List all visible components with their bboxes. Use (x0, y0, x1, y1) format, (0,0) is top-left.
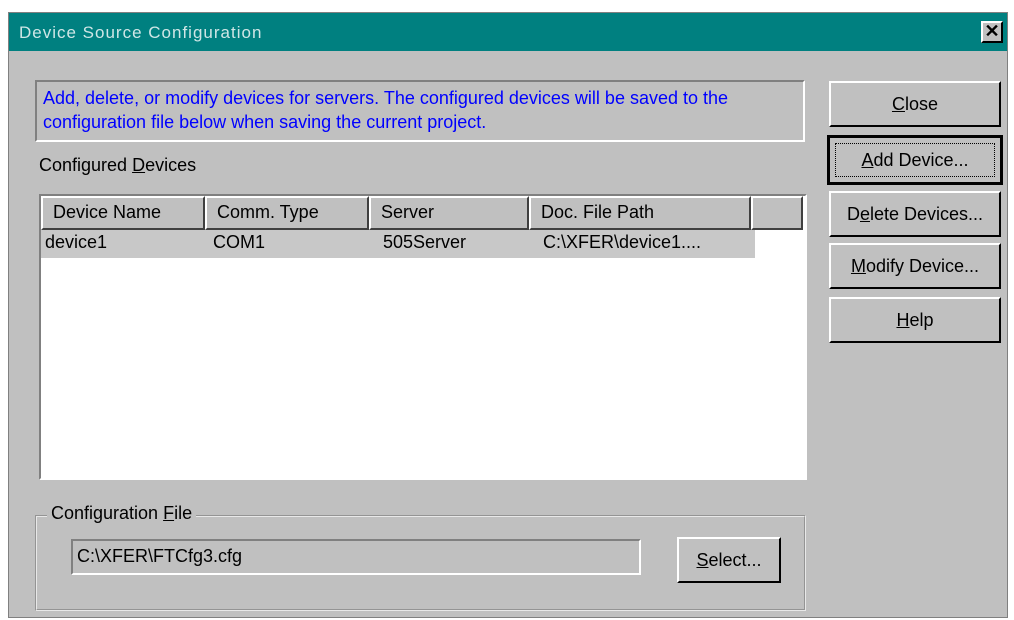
button-label: D (846, 204, 860, 224)
focus-rect (835, 143, 995, 177)
info-box: Add, delete, or modify devices for serve… (35, 80, 805, 142)
button-label: lete Devices... (869, 204, 984, 224)
table-row[interactable]: device1 COM1 505Server C:\XFER\device1..… (41, 230, 755, 258)
button-mnemonic: M (850, 256, 866, 276)
config-file-path: C:\XFER\FTCfg3.cfg (77, 546, 243, 566)
close-button[interactable]: Close (829, 81, 1001, 127)
label-mnemonic: F (163, 503, 175, 523)
column-header-blank (751, 196, 803, 230)
label-text: ile (174, 503, 193, 523)
column-header-server[interactable]: Server (369, 196, 529, 230)
info-text: Add, delete, or modify devices for serve… (43, 88, 729, 132)
button-label: elect... (708, 550, 762, 570)
button-label: odify Device... (865, 256, 980, 276)
window-title: Device Source Configuration (19, 23, 263, 42)
title-bar[interactable]: Device Source Configuration ✕ (9, 13, 1007, 51)
configured-devices-label: Configured Devices (39, 155, 196, 176)
configuration-file-label: Configuration File (47, 503, 197, 524)
select-button[interactable]: Select... (677, 537, 781, 583)
cell-server: 505Server (383, 232, 467, 252)
column-header-doc-file-path[interactable]: Doc. File Path (529, 196, 751, 230)
config-file-path-field[interactable]: C:\XFER\FTCfg3.cfg (71, 539, 641, 575)
button-mnemonic: e (859, 204, 870, 224)
column-header-device-name[interactable]: Device Name (41, 196, 205, 230)
dialog-window: Device Source Configuration ✕ Add, delet… (8, 12, 1008, 618)
cell-doc-file-path: C:\XFER\device1.... (543, 232, 702, 252)
button-mnemonic: C (891, 94, 905, 114)
column-header-comm-type[interactable]: Comm. Type (205, 196, 369, 230)
add-device-button[interactable]: Add Device... (827, 135, 1003, 185)
devices-list[interactable]: Device Name Comm. Type Server Doc. File … (39, 194, 807, 480)
button-label: lose (904, 94, 939, 114)
button-label: elp (909, 310, 934, 330)
button-mnemonic: S (696, 550, 709, 570)
cell-device-name: device1 (45, 232, 108, 252)
label-mnemonic: D (132, 155, 146, 175)
configuration-file-group: Configuration File C:\XFER\FTCfg3.cfg Se… (35, 503, 806, 611)
cell-comm-type: COM1 (213, 232, 266, 252)
delete-devices-button[interactable]: Delete Devices... (829, 191, 1001, 237)
close-icon[interactable]: ✕ (981, 21, 1003, 43)
label-text: evices (145, 155, 197, 175)
modify-device-button[interactable]: Modify Device... (829, 243, 1001, 289)
button-mnemonic: H (896, 310, 910, 330)
help-button[interactable]: Help (829, 297, 1001, 343)
label-text: Configured (39, 155, 133, 175)
label-text: Configuration (51, 503, 164, 523)
